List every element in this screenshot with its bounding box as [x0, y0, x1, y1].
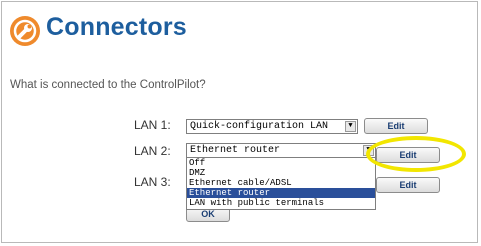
highlight-annotation: [366, 136, 466, 172]
chevron-down-icon[interactable]: ▼: [345, 121, 356, 132]
lan2-dropdown-list[interactable]: Off DMZ Ethernet cable/ADSL Ethernet rou…: [186, 157, 376, 210]
lan3-edit-button[interactable]: Edit: [376, 177, 440, 193]
lan2-label: LAN 2:: [134, 144, 171, 158]
page-title: Connectors: [46, 13, 187, 41]
dropdown-option[interactable]: Off: [187, 158, 375, 168]
lan1-selected-value: Quick-configuration LAN: [190, 121, 329, 132]
wrench-icon: [10, 16, 40, 46]
lan1-edit-button[interactable]: Edit: [364, 118, 428, 134]
dropdown-option[interactable]: Ethernet cable/ADSL: [187, 178, 375, 188]
dropdown-option[interactable]: DMZ: [187, 168, 375, 178]
lan2-selected-value: Ethernet router: [190, 145, 281, 156]
lan1-select[interactable]: Quick-configuration LAN ▼: [186, 119, 358, 134]
lan3-label: LAN 3:: [134, 175, 171, 189]
dropdown-option-selected[interactable]: Ethernet router: [187, 188, 375, 198]
connection-question: What is connected to the ControlPilot?: [10, 79, 206, 91]
dropdown-option[interactable]: LAN with public terminals: [187, 198, 375, 208]
lan2-select[interactable]: Ethernet router ▼: [186, 143, 376, 158]
lan1-label: LAN 1:: [134, 118, 171, 132]
